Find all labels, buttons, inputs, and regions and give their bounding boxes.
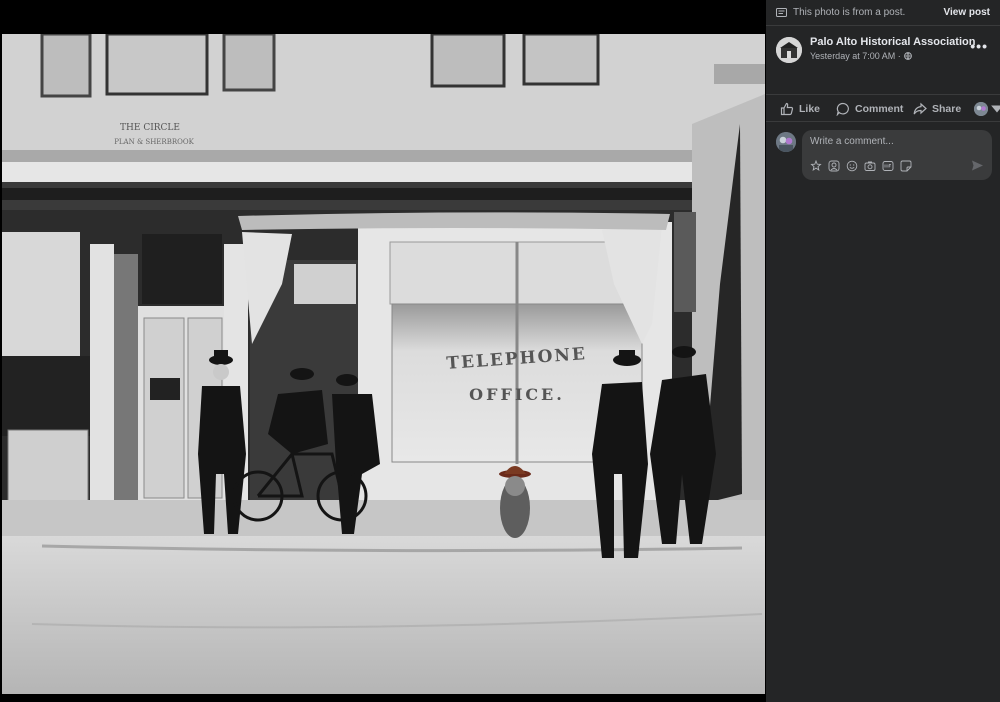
photo-viewer: THE CIRCLE PLAN & SHERBROOK TELEPHONE OF… <box>0 0 765 702</box>
react-as-selector[interactable] <box>974 102 1000 116</box>
comment-icon <box>836 102 850 116</box>
post-time[interactable]: Yesterday at 7:00 AM · <box>810 51 901 61</box>
window-word-office: OFFICE. <box>469 385 565 404</box>
post-notice-bar: This photo is from a post. View post <box>766 0 1000 26</box>
comment-button[interactable]: Comment <box>836 102 903 116</box>
globe-icon <box>903 52 912 60</box>
send-icon[interactable] <box>971 159 984 172</box>
historic-photo[interactable]: THE CIRCLE PLAN & SHERBROOK TELEPHONE OF… <box>2 34 765 694</box>
avatar-icon <box>974 102 988 116</box>
comment-tools <box>810 160 912 172</box>
comment-input[interactable] <box>810 136 980 147</box>
author-name[interactable]: Palo Alto Historical Association <box>810 36 975 49</box>
sign-bottom: PLAN & SHERBROOK <box>114 138 194 146</box>
post-header: Palo Alto Historical Association Yesterd… <box>766 26 1000 94</box>
post-notice-text: This photo is from a post. <box>793 7 906 18</box>
cat-with-hat <box>499 466 531 538</box>
page-avatar[interactable] <box>776 37 802 63</box>
sticker-square-icon[interactable] <box>900 160 912 172</box>
more-options-button[interactable]: ••• <box>970 38 988 54</box>
comment-composer <box>776 130 992 180</box>
post-side-panel: This photo is from a post. View post Pal… <box>766 0 1000 702</box>
like-icon <box>780 102 794 116</box>
like-label: Like <box>799 103 821 115</box>
like-button[interactable]: Like <box>780 102 820 116</box>
photo-illustration: THE CIRCLE PLAN & SHERBROOK TELEPHONE OF… <box>2 34 765 694</box>
comment-box <box>802 130 992 180</box>
share-button[interactable]: Share <box>913 102 961 116</box>
share-label: Share <box>932 103 962 115</box>
share-icon <box>913 102 927 116</box>
camera-icon[interactable] <box>864 160 876 172</box>
sticker-icon[interactable] <box>810 160 822 172</box>
chevron-down-icon <box>990 102 1000 116</box>
post-icon <box>776 7 787 18</box>
comment-label: Comment <box>855 103 904 115</box>
emoji-icon[interactable] <box>846 160 858 172</box>
action-bar: Like Comment Share <box>766 94 1000 122</box>
avatar-sticker-icon[interactable] <box>828 160 840 172</box>
view-post-link[interactable]: View post <box>944 7 991 18</box>
user-avatar <box>776 132 796 152</box>
sign-top: THE CIRCLE <box>120 123 180 133</box>
gif-icon[interactable] <box>882 160 894 172</box>
